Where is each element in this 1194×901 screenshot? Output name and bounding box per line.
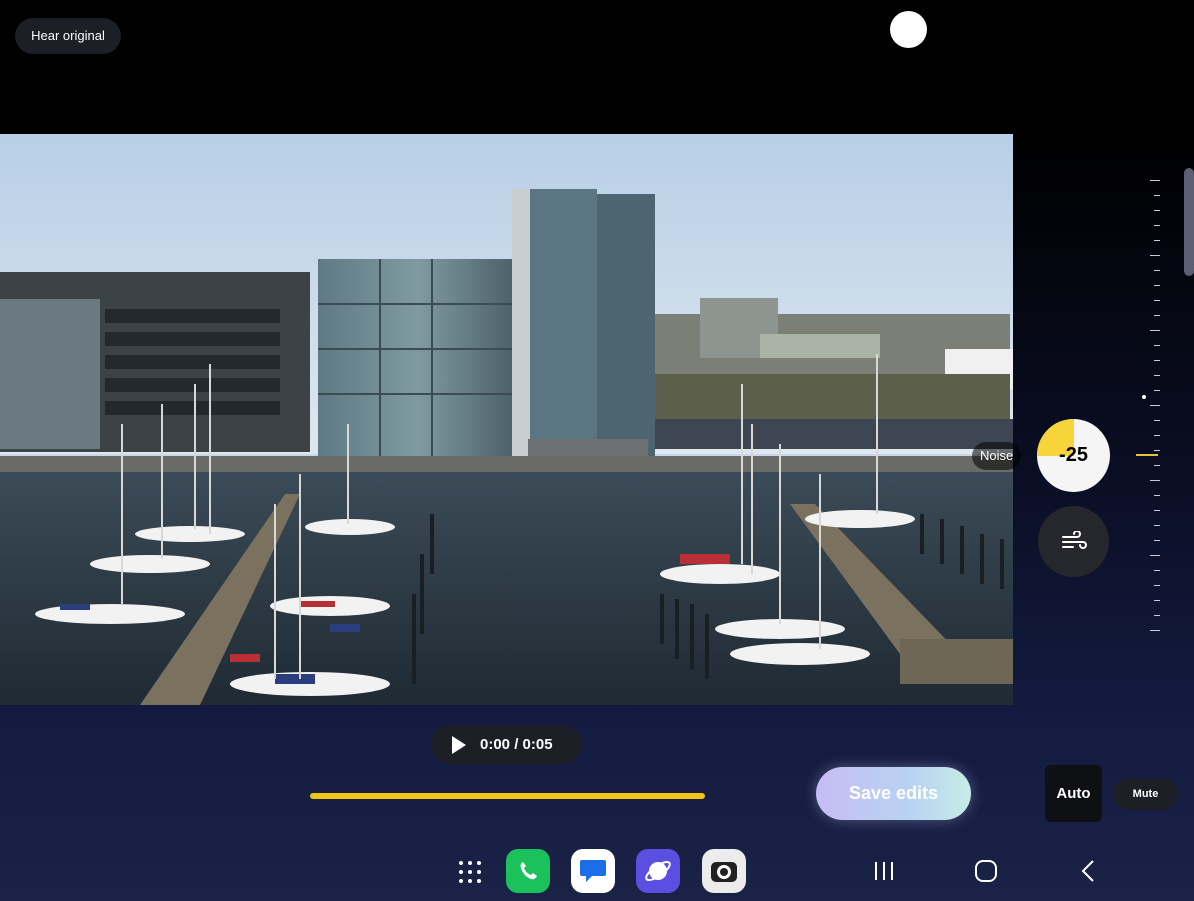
slider-tick (1150, 480, 1160, 481)
slider-tick (1154, 510, 1160, 511)
slider-tick (1154, 315, 1160, 316)
home-icon (975, 860, 997, 882)
browser-app-icon[interactable] (636, 849, 680, 893)
slider-tick (1154, 420, 1160, 421)
apps-grid-icon[interactable] (457, 859, 481, 883)
recents-icon (875, 862, 893, 880)
slider-tick (1154, 390, 1160, 391)
playback-progress-bar[interactable] (310, 793, 705, 799)
record-indicator-dot (890, 11, 927, 48)
back-icon (1081, 860, 1094, 882)
grid-dot (459, 879, 463, 883)
camera-icon (711, 862, 737, 882)
grid-dot (468, 870, 472, 874)
slider-tick (1154, 435, 1160, 436)
back-button[interactable] (1075, 856, 1101, 886)
slider-tick (1154, 300, 1160, 301)
slider-tick (1154, 525, 1160, 526)
harbor-scene-image (0, 134, 1013, 705)
grid-dot (477, 861, 481, 865)
slider-tick (1154, 195, 1160, 196)
slider-tick (1154, 360, 1160, 361)
slider-tick (1154, 210, 1160, 211)
slider-tick (1154, 225, 1160, 226)
wind-noise-button[interactable] (1038, 506, 1109, 577)
recents-button[interactable] (870, 856, 898, 886)
slider-default-dot (1142, 395, 1146, 399)
browser-icon (645, 860, 671, 882)
slider-tick (1150, 405, 1160, 406)
video-preview[interactable] (0, 134, 1013, 705)
playback-time: 0:00 / 0:05 (480, 736, 553, 753)
slider-tick (1154, 240, 1160, 241)
slider-tick (1154, 495, 1160, 496)
slider-tick (1154, 270, 1160, 271)
play-icon[interactable] (452, 735, 466, 754)
slider-tick (1150, 180, 1160, 181)
slider-tick (1154, 285, 1160, 286)
slider-tick (1154, 450, 1160, 451)
noise-label: Noise (972, 442, 1022, 470)
grid-dot (468, 861, 472, 865)
mute-button[interactable]: Mute (1113, 778, 1178, 810)
slider-tick (1150, 330, 1160, 331)
home-button[interactable] (972, 856, 1000, 886)
edge-panel-handle[interactable] (1184, 168, 1194, 276)
auto-button[interactable]: Auto (1045, 765, 1102, 822)
play-control[interactable]: 0:00 / 0:05 (431, 725, 582, 764)
save-edits-button[interactable]: Save edits (816, 767, 971, 820)
noise-level-value: -25 (1059, 444, 1088, 466)
slider-tick (1154, 345, 1160, 346)
grid-dot (468, 879, 472, 883)
slider-current-marker[interactable] (1136, 454, 1158, 456)
slider-tick (1150, 630, 1160, 631)
noise-level-dial[interactable]: -25 (1037, 419, 1110, 492)
slider-tick (1154, 465, 1160, 466)
slider-tick (1154, 600, 1160, 601)
slider-tick (1154, 375, 1160, 376)
slider-tick (1154, 540, 1160, 541)
slider-tick (1154, 615, 1160, 616)
wind-noise-icon (1061, 530, 1087, 549)
hear-original-button[interactable]: Hear original (15, 18, 121, 54)
slider-tick (1154, 585, 1160, 586)
noise-slider[interactable] (1136, 180, 1170, 640)
slider-tick (1150, 255, 1160, 256)
grid-dot (477, 879, 481, 883)
messages-icon (580, 860, 606, 882)
grid-dot (477, 870, 481, 874)
phone-app-icon[interactable] (506, 849, 550, 893)
grid-dot (459, 861, 463, 865)
slider-tick (1154, 570, 1160, 571)
phone-icon (520, 862, 537, 880)
slider-tick (1150, 555, 1160, 556)
grid-dot (459, 870, 463, 874)
camera-app-icon[interactable] (702, 849, 746, 893)
messages-app-icon[interactable] (571, 849, 615, 893)
